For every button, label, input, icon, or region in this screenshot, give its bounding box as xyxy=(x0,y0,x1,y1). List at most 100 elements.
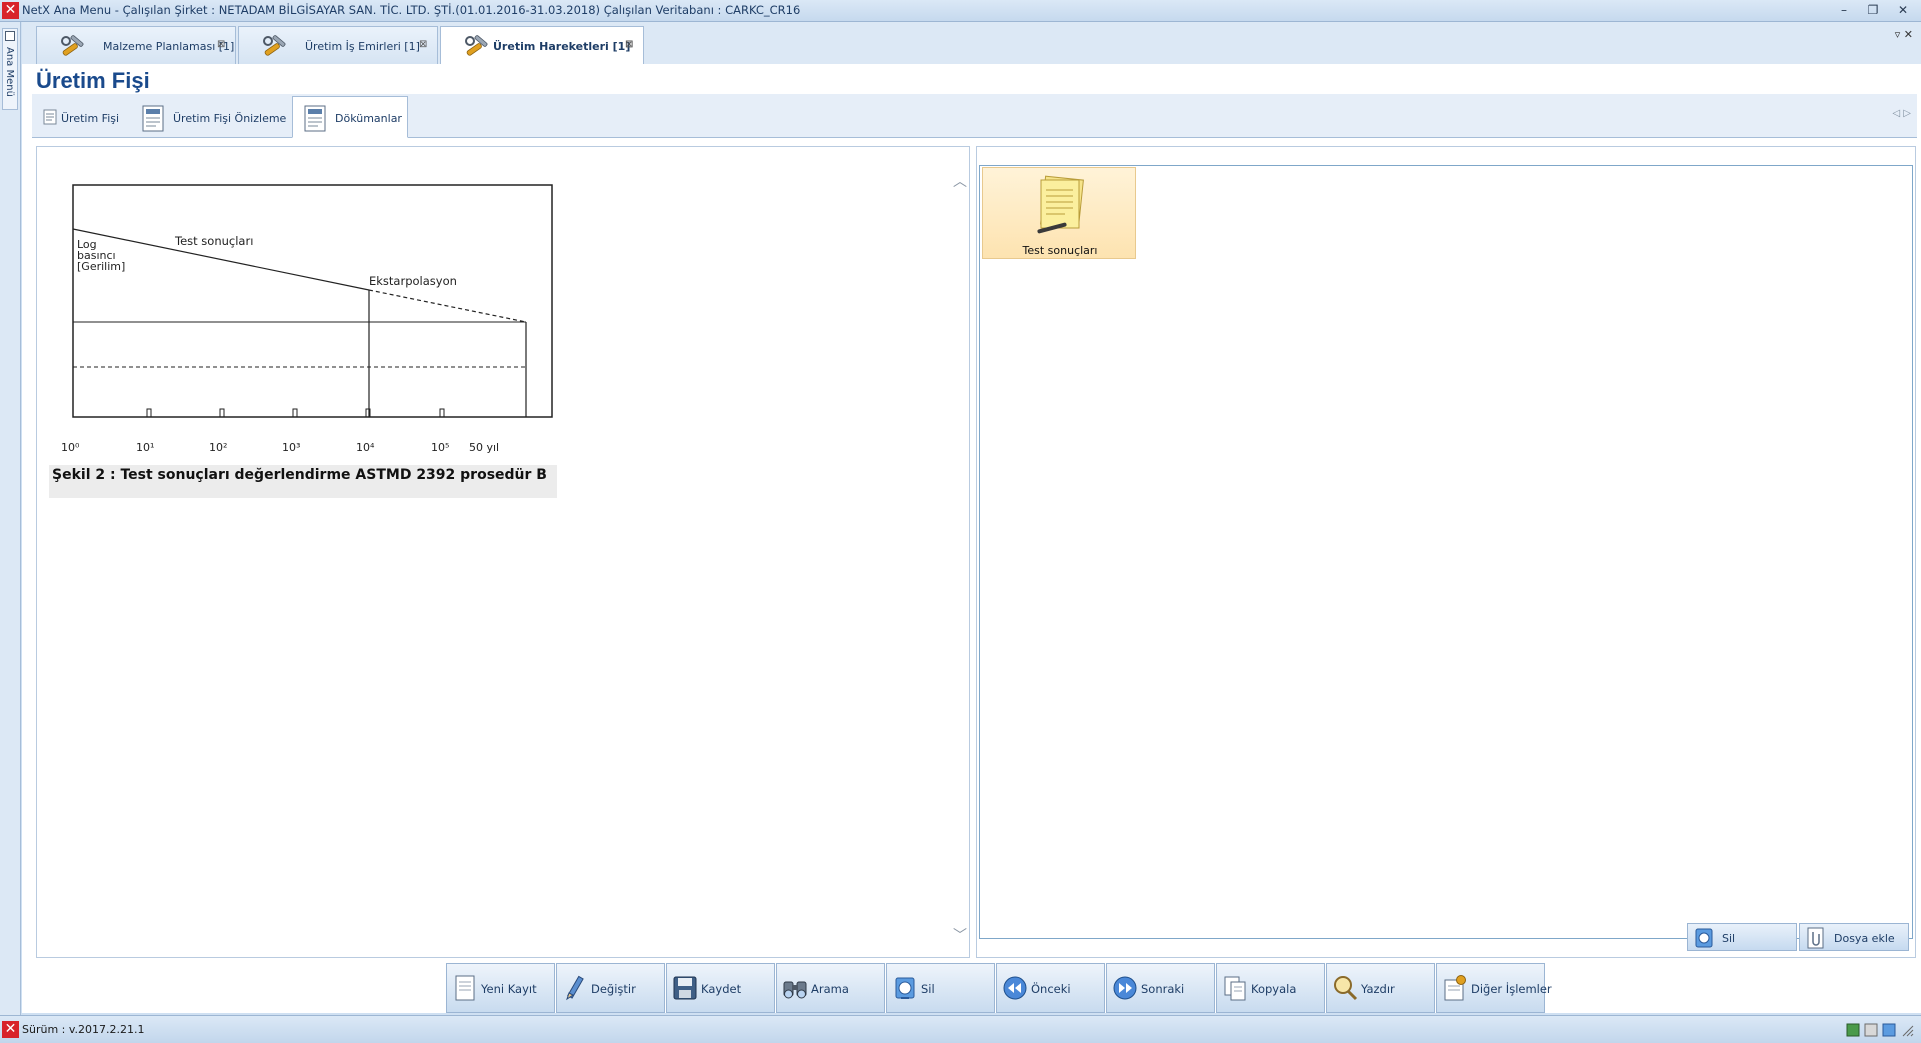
previous-button[interactable]: Önceki xyxy=(996,963,1105,1013)
document-tile[interactable]: Test sonuçları xyxy=(982,167,1136,259)
figure-caption: Şekil 2 : Test sonuçları değerlendirme A… xyxy=(52,467,547,483)
tab-close-icon[interactable]: ⊠ xyxy=(419,39,427,50)
tab-uretim-is-emirleri[interactable]: Üretim İş Emirleri [1] ⊠ xyxy=(238,26,438,64)
tab-uretim-fisi[interactable]: Üretim Fişi xyxy=(32,96,128,138)
x-tick-label: 50 yıl xyxy=(469,441,499,454)
button-label: Kaydet xyxy=(701,982,742,996)
side-strip: Ana Menü xyxy=(0,22,21,1027)
tab-close-icon[interactable]: ⊠ xyxy=(625,39,633,50)
version-text: Sürüm : v.2017.2.21.1 xyxy=(22,1023,145,1036)
restore-button[interactable]: ❐ xyxy=(1862,2,1884,18)
button-label: Sonraki xyxy=(1141,982,1185,996)
rewind-icon xyxy=(1003,976,1027,1000)
document-image: Log basıncı [Gerilim] Test sonuçları Eks… xyxy=(49,177,557,498)
x-tick-label: 10⁴ xyxy=(356,441,375,454)
scroll-up-icon[interactable]: ︿ xyxy=(953,171,967,191)
search-button[interactable]: Arama xyxy=(776,963,885,1013)
tab-label: Üretim Fişi xyxy=(61,112,120,125)
document-note-icon xyxy=(1037,175,1084,234)
delete-document-button[interactable]: Sil xyxy=(1687,923,1797,951)
workspace: Üretim Fişi Üretim Fişi Üretim Fişi Öniz… xyxy=(22,64,1921,1013)
copy-icon xyxy=(1224,976,1246,1001)
button-label: Yeni Kayıt xyxy=(481,982,537,996)
main-menu-toggle[interactable]: Ana Menü xyxy=(2,28,18,110)
next-button[interactable]: Sonraki xyxy=(1106,963,1215,1013)
other-operations-icon xyxy=(1444,975,1466,1001)
add-file-button[interactable]: Dosya ekle xyxy=(1799,923,1909,951)
sub-tab-bar: Üretim Fişi Üretim Fişi Önizleme Döküman… xyxy=(32,94,1917,138)
test-results-label: Test sonuçları xyxy=(174,234,253,248)
tools-icon xyxy=(61,35,84,56)
binoculars-icon xyxy=(783,981,807,999)
tab-label: Üretim Hareketleri [1] xyxy=(493,40,631,53)
tick-mark xyxy=(292,408,298,418)
system-tray-icons xyxy=(1846,1023,1914,1037)
new-record-button[interactable]: Yeni Kayıt xyxy=(446,963,555,1013)
tab-uretim-hareketleri[interactable]: Üretim Hareketleri [1] ⊠ xyxy=(440,26,644,64)
button-label: Kopyala xyxy=(1251,982,1297,996)
attach-file-icon xyxy=(1807,927,1824,949)
document-tab-bar: Malzeme Planlaması [1] ⊠ Üretim İş Emirl… xyxy=(22,22,1921,64)
tab-uretim-fisi-onizleme[interactable]: Üretim Fişi Önizleme xyxy=(130,96,290,138)
tab-malzeme-planlamasi[interactable]: Malzeme Planlaması [1] ⊠ xyxy=(36,26,236,64)
delete-icon xyxy=(1695,928,1713,948)
documents-icon xyxy=(304,105,326,132)
minimize-button[interactable]: – xyxy=(1833,2,1855,18)
button-label: Değiştir xyxy=(591,982,636,996)
button-label: Önceki xyxy=(1031,982,1071,996)
page-title: Üretim Fişi xyxy=(36,68,150,93)
scroll-down-icon[interactable]: ﹀ xyxy=(953,925,967,945)
floppy-disk-icon xyxy=(673,976,697,1000)
main-menu-label: Ana Menü xyxy=(4,47,15,97)
tools-icon xyxy=(263,35,286,56)
button-label: Sil xyxy=(921,982,935,996)
figure-chart: Log basıncı [Gerilim] Test sonuçları Eks… xyxy=(49,177,557,465)
tick-mark xyxy=(146,408,152,418)
x-tick-label: 10¹ xyxy=(136,441,154,454)
print-button[interactable]: Yazdır xyxy=(1326,963,1435,1013)
save-button[interactable]: Kaydet xyxy=(666,963,775,1013)
button-label: Dosya ekle xyxy=(1834,932,1895,945)
copy-button[interactable]: Kopyala xyxy=(1216,963,1325,1013)
tools-icon xyxy=(465,35,488,56)
tick-mark xyxy=(439,408,445,418)
button-label: Sil xyxy=(1722,932,1736,945)
y-label-line: [Gerilim] xyxy=(77,260,125,273)
menu-pane-icon xyxy=(5,31,15,41)
status-bar: ✕ Sürüm : v.2017.2.21.1 xyxy=(0,1015,1921,1043)
delete-button[interactable]: Sil xyxy=(886,963,995,1013)
close-button[interactable]: ✕ xyxy=(1892,2,1914,18)
sub-tab-scroll-arrows[interactable]: ◁ ▷ xyxy=(1892,108,1911,119)
documents-panel: Test sonuçları Sil Dosya ekle xyxy=(976,146,1916,958)
tab-dokumanlar[interactable]: Dökümanlar xyxy=(292,96,408,138)
button-label: Diğer İşlemler xyxy=(1471,982,1552,996)
figure-drawing: Log basıncı [Gerilim] Test sonuçları Eks… xyxy=(61,184,553,454)
tab-label: Üretim İş Emirleri [1] xyxy=(305,40,420,53)
tab-label: Üretim Fişi Önizleme xyxy=(173,112,287,125)
edit-button[interactable]: Değiştir xyxy=(556,963,665,1013)
extrapolation-line xyxy=(368,289,527,323)
x-tick-label: 10⁵ xyxy=(431,441,449,454)
app-logo-icon: ✕ xyxy=(2,2,19,19)
fast-forward-icon xyxy=(1113,976,1137,1000)
tab-menu-controls[interactable]: ▿ ✕ xyxy=(1895,28,1913,41)
document-list: Test sonuçları xyxy=(979,165,1913,939)
tab-label: Malzeme Planlaması [1] xyxy=(103,40,235,53)
form-icon xyxy=(43,109,57,125)
tab-label: Dökümanlar xyxy=(335,112,402,125)
plot-frame xyxy=(72,184,553,418)
app-logo-icon: ✕ xyxy=(2,1021,19,1038)
other-operations-button[interactable]: Diğer İşlemler xyxy=(1436,963,1552,1013)
delete-icon xyxy=(895,977,915,999)
new-document-icon xyxy=(455,975,475,1001)
extrapolation-label: Ekstarpolasyon xyxy=(369,274,457,288)
x-tick-label: 10⁰ xyxy=(61,441,80,454)
title-bar: ✕ NetX Ana Menu - Çalışılan Şirket : NET… xyxy=(0,0,1921,22)
document-preview-panel: ︿ ﹀ Log basıncı [Gerilim] Test sonuçları… xyxy=(36,146,970,958)
tab-close-icon[interactable]: ⊠ xyxy=(217,39,225,50)
pencil-icon xyxy=(566,975,584,1001)
tick-mark xyxy=(219,408,225,418)
button-label: Yazdır xyxy=(1361,982,1395,996)
window-title: NetX Ana Menu - Çalışılan Şirket : NETAD… xyxy=(22,3,801,17)
x-tick-label: 10² xyxy=(209,441,227,454)
